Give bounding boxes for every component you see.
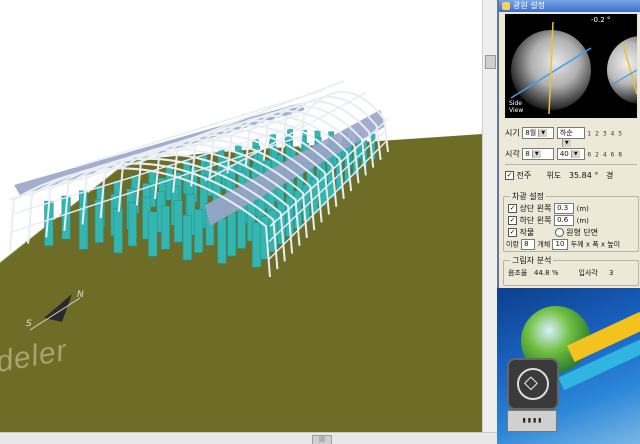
minute-select[interactable]: 40 ▼ [556, 148, 585, 160]
window-titlebar[interactable]: 광원 설정 [499, 0, 640, 12]
compass-south-label: S [26, 319, 32, 329]
vertical-scrollbar[interactable] [482, 0, 497, 432]
vertical-scroll-thumb[interactable] [485, 55, 496, 69]
shadow-group-title: 그림자 분석 [510, 255, 554, 266]
period-select[interactable]: 하순▼ [556, 127, 585, 147]
plant-column [194, 209, 204, 253]
lower-input[interactable]: 0.6 [554, 215, 575, 226]
plant-column [113, 207, 123, 254]
spacing-input[interactable]: 8 [521, 239, 536, 250]
spacing-label: 이랑 [506, 240, 519, 249]
sun-view[interactable]: -0.2 ° Side View [505, 14, 637, 118]
greenhouse-scene: NS [0, 80, 497, 432]
3d-viewport[interactable]: NS deler ||| [0, 0, 497, 444]
navigation-bar[interactable]: ▮ ▮ ▮ ▮ [507, 410, 557, 432]
upper-label: 상단 왼쪽 [519, 204, 552, 213]
side-view-label: Side View [509, 100, 524, 114]
plant-column [227, 212, 237, 257]
plant-column [182, 215, 192, 261]
ratio-value: 44.8 % [534, 269, 559, 277]
lower-row: ✓ 하단 왼쪽 0.6 (m) [508, 215, 589, 226]
latitude-label: 위도 [546, 171, 562, 180]
plant-column [237, 206, 246, 249]
circle-label: 원형 단면 [566, 228, 599, 237]
sun-angle-label: -0.2 ° [591, 16, 611, 24]
compass-north-label: N [77, 290, 84, 300]
crop-row: ✓ 작물 원형 단면 [508, 227, 598, 238]
ratio-label: 음조율 [508, 269, 528, 277]
spacing-row: 이랑 8 개체 10 두께 x 폭 x 높이 [506, 239, 620, 250]
scale-bottom: 6 2 4 6 8 [587, 151, 624, 159]
shade-group-title: 차광 설정 [510, 191, 546, 202]
horizontal-scroll-thumb[interactable]: ||| [312, 435, 332, 444]
location-row: ✓ 전주 위도 35.84 ° 경 [505, 170, 613, 181]
latitude-value: 35.84 [568, 171, 592, 180]
lower-checkbox[interactable]: ✓ [508, 216, 517, 225]
count-label: 개체 [537, 240, 551, 249]
month-select[interactable]: 8월 ▼ [522, 127, 555, 139]
horizontal-scrollbar[interactable]: ||| [0, 432, 497, 444]
upper-row: ✓ 상단 왼쪽 0.3 (m) [508, 203, 589, 214]
time-row: 시기 8월 ▼ 하순▼ 1 2 3 4 5 [505, 127, 624, 147]
chevron-down-icon: ▼ [538, 129, 548, 137]
plant-column [173, 200, 183, 243]
chevron-down-icon: ▼ [531, 150, 541, 158]
degree-symbol: ° [594, 171, 599, 180]
plant-column [161, 205, 170, 250]
size-label: 두께 x 폭 x 높이 [570, 240, 621, 249]
cube-icon: ◇ [524, 372, 538, 393]
incidence-value: 3 [608, 269, 614, 277]
sun-globes [510, 21, 637, 115]
desktop-background: ◇ ▮ ▮ ▮ ▮ [497, 288, 640, 444]
upper-checkbox[interactable]: ✓ [508, 204, 517, 213]
upper-input[interactable]: 0.3 [554, 203, 575, 214]
shadow-group: 그림자 분석 음조율 44.8 % 입사각 3 [503, 255, 639, 286]
location-checkbox[interactable]: ✓ [505, 171, 514, 180]
plant-column [217, 218, 227, 264]
scale-top: 1 2 3 4 5 [587, 130, 624, 138]
count-input[interactable]: 10 [552, 239, 569, 250]
plant-column [251, 222, 262, 268]
hour-select[interactable]: 8 ▼ [522, 148, 555, 160]
time-label: 시기 [505, 128, 520, 138]
light-settings-window: 광원 설정 -0.2 ° Side View 시기 8월 ▼ 하순▼ 1 2 3… [498, 0, 640, 288]
shade-group: 차광 설정 ✓ 상단 왼쪽 0.3 (m) ✓ 하단 왼쪽 0.6 (m) ✓ … [503, 191, 639, 252]
navigation-cube[interactable]: ◇ [507, 358, 559, 410]
shadow-row: 음조율 44.8 % 입사각 3 [508, 268, 613, 278]
window-icon [502, 2, 510, 10]
plant-column [127, 202, 137, 247]
incidence-label: 입사각 [578, 269, 598, 277]
chevron-down-icon: ▼ [561, 139, 571, 147]
chevron-down-icon: ▼ [570, 150, 580, 158]
crop-checkbox[interactable]: ✓ [508, 228, 517, 237]
longitude-label: 경 [606, 171, 614, 180]
location-label: 전주 [516, 171, 532, 180]
hour-row: 시각 8 ▼ 40 ▼ 6 2 4 6 8 [505, 148, 623, 160]
lower-label: 하단 왼쪽 [519, 216, 552, 225]
separator [505, 164, 637, 165]
lower-unit: (m) [576, 217, 589, 225]
circle-radio[interactable] [554, 228, 564, 237]
plant-column [148, 211, 158, 257]
window-title: 광원 설정 [513, 1, 545, 10]
crop-label: 작물 [519, 228, 535, 237]
hour-label: 시각 [505, 149, 520, 159]
upper-unit: (m) [576, 205, 589, 213]
sun-globe-right [607, 36, 637, 104]
